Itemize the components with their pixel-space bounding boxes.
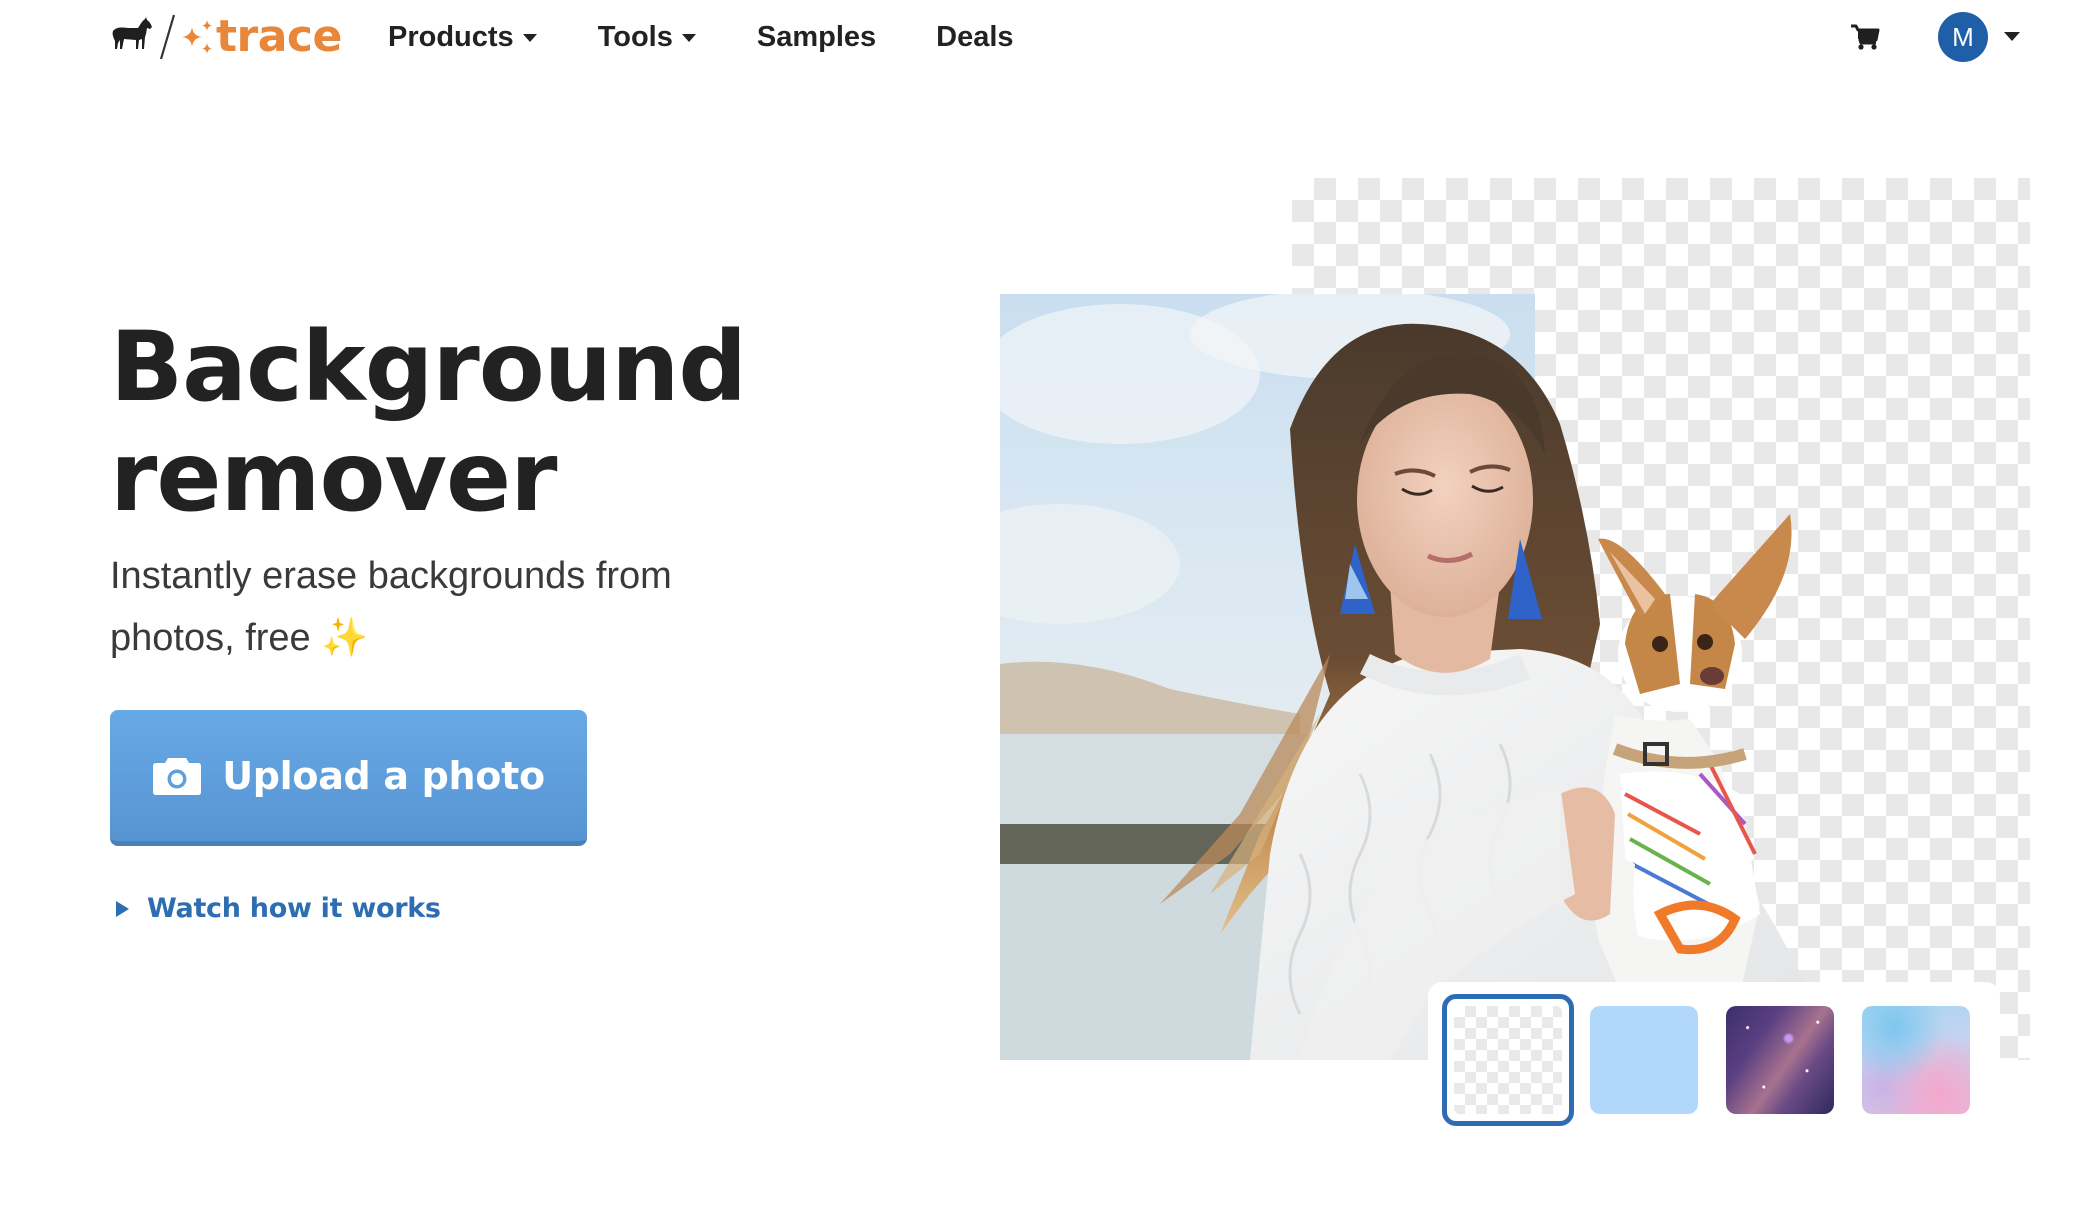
transparent-checker-icon <box>1454 1006 1562 1114</box>
logo-link[interactable]: trace <box>110 12 342 62</box>
sparkles-emoji-icon: ✨ <box>321 617 369 659</box>
play-triangle-icon <box>116 900 129 917</box>
title-line-2: remover <box>110 421 557 533</box>
watch-link-label: Watch how it works <box>147 893 441 924</box>
nav-tools-label: Tools <box>597 20 673 53</box>
upload-photo-button[interactable]: Upload a photo <box>110 710 587 846</box>
hero-subtitle: Instantly erase backgrounds from photos,… <box>110 545 750 669</box>
nav-samples[interactable]: Samples <box>757 21 876 54</box>
camera-icon <box>153 757 202 795</box>
page-title: Background remover <box>110 312 910 532</box>
upload-button-label: Upload a photo <box>222 753 545 798</box>
nav-deals[interactable]: Deals <box>936 21 1013 54</box>
title-line-1: Background <box>110 311 747 423</box>
user-avatar[interactable]: M <box>1938 12 1988 62</box>
nav-tools[interactable]: Tools <box>598 21 696 54</box>
sparkle-icon <box>182 20 212 54</box>
swatch-pastel-marble[interactable] <box>1862 1006 1970 1114</box>
demo-photo-woman-with-dog <box>1000 294 1830 1060</box>
swatch-transparent[interactable] <box>1442 994 1574 1126</box>
nav-products[interactable]: Products <box>388 21 537 54</box>
cart-icon[interactable] <box>1850 23 1880 51</box>
background-options-panel <box>1428 982 2000 1142</box>
nav-products-label: Products <box>388 20 514 53</box>
nav-deals-label: Deals <box>936 20 1014 53</box>
watch-how-it-works-link[interactable]: Watch how it works <box>116 893 441 924</box>
nav-samples-label: Samples <box>756 20 877 53</box>
avatar-initial: M <box>1952 21 1974 52</box>
brand-name: trace <box>216 11 342 62</box>
subtitle-line-1: Instantly erase backgrounds from <box>110 555 672 597</box>
swatch-galaxy[interactable] <box>1726 1006 1834 1114</box>
slash-divider <box>159 14 176 60</box>
main-nav: Products Tools Samples Deals <box>388 14 1075 60</box>
horse-icon <box>112 17 152 49</box>
chevron-down-icon <box>522 34 537 42</box>
subtitle-line-2: photos, free <box>110 617 311 659</box>
chevron-down-icon <box>681 34 696 42</box>
site-header: trace Products Tools Samples Deals M <box>0 0 2098 74</box>
swatch-light-blue[interactable] <box>1590 1006 1698 1114</box>
account-menu-chevron-icon[interactable] <box>2004 32 2020 41</box>
